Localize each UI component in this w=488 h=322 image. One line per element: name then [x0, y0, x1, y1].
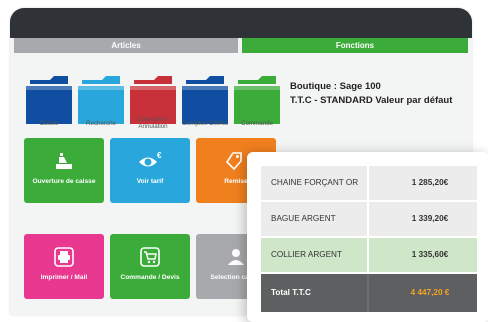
tile-label: Commande / Devis: [120, 274, 180, 281]
item-name: COLLIER ARGENT: [271, 250, 342, 259]
folder-icon: [182, 76, 228, 124]
ticket-total-row: Total T.T.C 4 447,20 €: [261, 274, 477, 312]
cash-register-icon: [24, 150, 104, 172]
item-name: CHAINE FORÇANT OR: [271, 178, 359, 187]
column-divider: [367, 238, 369, 272]
folder-caisse[interactable]: [26, 76, 72, 124]
price-mode: T.T.C - STANDARD Valeur par défaut: [290, 95, 453, 106]
ouverture-caisse-button[interactable]: Ouverture de caisse: [24, 138, 104, 203]
ticket-popup: CHAINE FORÇANT OR 1 285,20€ BAGUE ARGENT…: [247, 152, 488, 322]
folder-label-caisse: Caisse: [39, 120, 59, 127]
folder-icon: [26, 76, 72, 124]
svg-text:€: €: [157, 151, 162, 160]
folder-icon: [234, 76, 280, 124]
total-label: Total T.T.C: [271, 288, 311, 297]
item-price: 1 339,20€: [411, 214, 449, 223]
item-price: 1 335,60€: [411, 250, 449, 259]
ticket-row[interactable]: CHAINE FORÇANT OR 1 285,20€: [261, 166, 477, 200]
cart-icon: [110, 246, 190, 268]
ticket-row-selected[interactable]: COLLIER ARGENT 1 335,60€: [261, 238, 477, 272]
eye-price-icon: €: [110, 150, 190, 172]
ticket-row[interactable]: BAGUE ARGENT 1 339,20€: [261, 202, 477, 236]
tab-articles[interactable]: Articles: [14, 38, 238, 53]
column-divider: [367, 202, 369, 236]
title-bar: [10, 8, 472, 38]
column-divider: [367, 274, 369, 312]
printer-icon: [24, 246, 104, 268]
item-price: 1 285,20€: [411, 178, 449, 187]
folder-icon: [78, 76, 124, 124]
tile-label: Voir tarif: [136, 178, 164, 185]
column-divider: [367, 166, 369, 200]
folder-recherche[interactable]: [78, 76, 124, 124]
tile-label: Ouverture de caisse: [32, 178, 96, 185]
store-name: Boutique : Sage 100: [290, 81, 381, 92]
folder-commande[interactable]: [234, 76, 280, 124]
voir-tarif-button[interactable]: € Voir tarif: [110, 138, 190, 203]
folder-label-correction: Correction / Annulation: [137, 116, 169, 130]
item-name: BAGUE ARGENT: [271, 214, 336, 223]
folder-label-comptes-clients: Comptes Clients: [182, 120, 228, 127]
commande-devis-button[interactable]: Commande / Devis: [110, 234, 190, 299]
imprimer-mail-button[interactable]: Imprimer / Mail: [24, 234, 104, 299]
folder-label-recherche: Recherche: [86, 120, 116, 127]
tab-fonctions[interactable]: Fonctions: [242, 38, 468, 53]
folder-label-commande: Commande: [241, 120, 273, 127]
tile-label: Imprimer / Mail: [40, 274, 88, 281]
folder-comptes-clients[interactable]: [182, 76, 228, 124]
total-value: 4 447,20 €: [410, 288, 450, 297]
